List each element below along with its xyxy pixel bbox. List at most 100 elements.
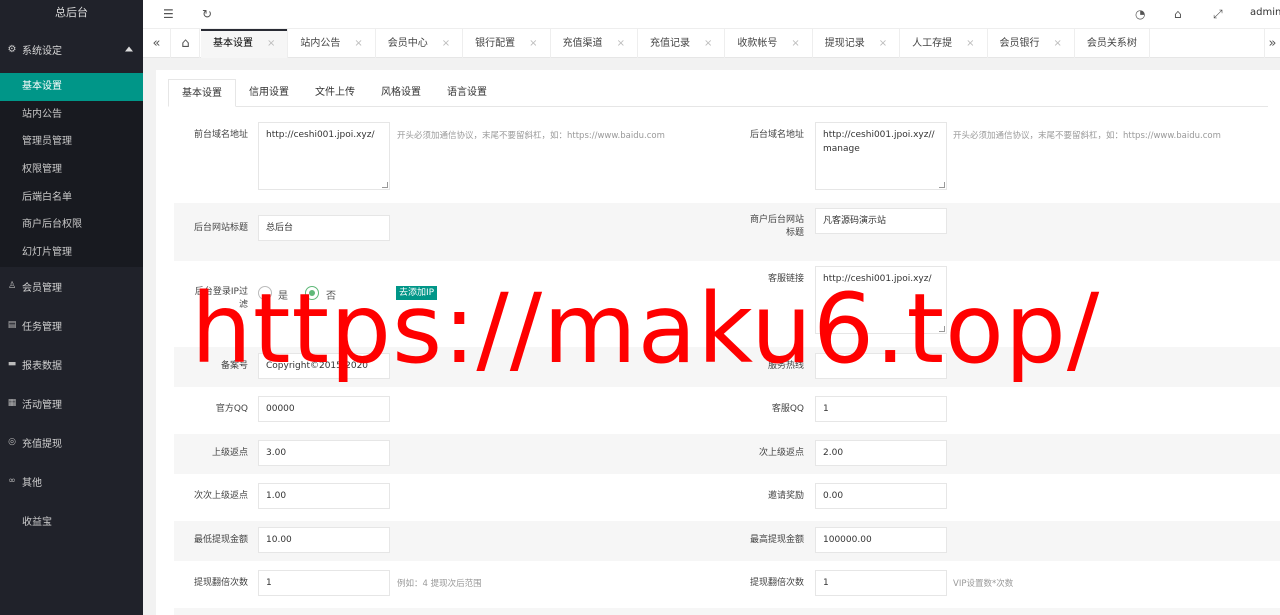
menu-fold-icon[interactable]: ☰ [163,7,174,21]
close-icon[interactable]: × [354,38,362,49]
tab-receiving-accounts[interactable]: 收款帐号 × [725,29,813,58]
close-icon[interactable]: × [1054,38,1062,49]
sidebar-item-announcements[interactable]: 站内公告 [0,101,143,129]
close-icon[interactable]: × [791,38,799,49]
admin-title-label: 后台网站标题 [193,223,248,233]
service-qq-field[interactable]: 1 [815,396,947,422]
qq-field[interactable]: 00000 [258,396,390,422]
rebate1-label: 上级返点 [211,448,248,458]
back-domain-field[interactable]: http://ceshi001.jpoi.xyz//manage [815,122,947,190]
top-header: ☰ ↻ ◔ ⌂ ⤢ admin [143,0,1280,28]
sidebar-item-whitelist[interactable]: 后端白名单 [0,184,143,212]
tab-withdraw-records[interactable]: 提现记录 × [813,29,901,58]
sidebar-group-finance[interactable]: ◎ 充值提现 [0,423,143,462]
sidebar-group-reports[interactable]: ▬ 报表数据 [0,345,143,384]
activity-icon: ▦ [7,398,17,409]
invite-field[interactable]: 0.00 [815,483,947,509]
close-icon[interactable]: × [442,38,450,49]
withdraw-times2-field[interactable]: 1 [815,570,947,596]
form-row-withdraw-limits: 最低提现金额 10.00 最高提现金额 100000.00 [174,521,1280,561]
sidebar-group-system[interactable]: ⚙ 系统设定 [0,25,143,73]
max-withdraw-label: 最高提现金额 [749,535,804,545]
sidebar-item-admins[interactable]: 管理员管理 [0,128,143,156]
admin-title-field[interactable]: 总后台 [258,215,390,241]
watermark-text: https://maku6.top/ [191,273,1101,385]
rebate2-field[interactable]: 2.00 [815,440,947,466]
back-domain-hint: 开头必须加通信协议，末尾不要留斜杠，如：https://www.baidu.co… [953,131,1221,141]
theme-icon[interactable]: ◔ [1135,7,1145,21]
withdraw-times-field[interactable]: 1 [258,570,390,596]
sidebar-group-label: 任务管理 [22,321,62,333]
form-row-rebate: 上级返点 3.00 次上级返点 2.00 [174,434,1280,474]
sidebar-group-label: 报表数据 [22,360,62,372]
close-icon[interactable]: × [966,38,974,49]
qq-label: 官方QQ [215,404,248,414]
tab-recharge-channels[interactable]: 充值渠道 × [551,29,638,58]
subtab-credit[interactable]: 信用设置 [236,79,302,106]
sidebar-group-label: 会员管理 [22,282,62,294]
sidebar-item-permissions[interactable]: 权限管理 [0,156,143,184]
sidebar-group-tasks[interactable]: ▤ 任务管理 [0,306,143,345]
subtab-language[interactable]: 语言设置 [434,79,500,106]
settings-subtabs: 基本设置 信用设置 文件上传 风格设置 语言设置 [168,79,1268,107]
form-row-rebate3: 次次上级返点 1.00 邀请奖励 0.00 [174,477,1280,517]
gear-icon: ⚙ [7,43,17,55]
max-withdraw-field[interactable]: 100000.00 [815,527,947,553]
tab-member-center[interactable]: 会员中心 × [376,29,464,58]
form-row-titles: 后台网站标题 总后台 商户后台网站标题 凡客源码演示站 [174,203,1280,261]
merchant-title-label: 商户后台网站标题 [749,215,804,238]
close-icon[interactable]: × [704,38,712,49]
home-icon[interactable]: ⌂ [172,29,200,58]
sidebar-group-activities[interactable]: ▦ 活动管理 [0,384,143,423]
close-icon[interactable]: × [267,38,275,49]
form-row-domains: 前台域名地址 http://ceshi001.jpoi.xyz/ 开头必须加通信… [174,120,1280,200]
sidebar-item-merchant-permissions[interactable]: 商户后台权限 [0,211,143,239]
subtab-upload[interactable]: 文件上传 [302,79,368,106]
refresh-icon[interactable]: ↻ [202,7,212,21]
close-icon[interactable]: × [879,38,887,49]
tab-announcements[interactable]: 站内公告 × [288,29,376,58]
front-domain-field[interactable]: http://ceshi001.jpoi.xyz/ [258,122,390,190]
subtab-style[interactable]: 风格设置 [368,79,434,106]
sidebar-group-label: 活动管理 [22,399,62,411]
sidebar-group-label: 充值提现 [22,438,62,450]
tab-manual-deposit[interactable]: 人工存提 × [900,29,988,58]
tab-basic-settings[interactable]: 基本设置 × [201,29,289,58]
fullscreen-icon[interactable]: ⤢ [1213,7,1223,22]
tabs-next-icon[interactable]: » [1264,29,1280,58]
close-icon[interactable]: × [617,38,625,49]
tag-icon[interactable]: ⌂ [1174,7,1182,21]
sidebar-group-other[interactable]: ∞ 其他 [0,462,143,501]
rebate3-label: 次次上级返点 [193,491,248,501]
report-icon: ▬ [7,359,17,370]
min-withdraw-field[interactable]: 10.00 [258,527,390,553]
chevron-up-icon [125,46,133,52]
tab-recharge-records[interactable]: 充值记录 × [638,29,726,58]
back-domain-label: 后台域名地址 [749,130,804,140]
sidebar-logo: 总后台 [55,6,88,19]
subtab-basic[interactable]: 基本设置 [168,79,236,107]
tab-member-banks[interactable]: 会员银行 × [988,29,1075,58]
close-icon[interactable]: × [529,38,537,49]
min-withdraw-label: 最低提现金额 [193,535,248,545]
front-domain-label: 前台域名地址 [193,130,248,140]
sidebar-item-basic-settings[interactable]: 基本设置 [0,73,143,101]
rebate2-label: 次上级返点 [758,448,804,458]
link-icon: ∞ [8,476,16,487]
sidebar-group-label: 系统设定 [22,45,62,57]
tabs: 基本设置 × 站内公告 × 会员中心 × 银行配置 × 充值渠道 × 充值记录 × 收款帐号… [201,29,1150,58]
rebate3-field[interactable]: 1.00 [258,483,390,509]
sidebar-group-earnings[interactable]: 收益宝 [0,501,143,540]
sidebar-item-slides[interactable]: 幻灯片管理 [0,239,143,267]
tab-member-tree[interactable]: 会员关系树 [1075,29,1150,58]
rebate1-field[interactable]: 3.00 [258,440,390,466]
tab-bank-config[interactable]: 银行配置 × [463,29,551,58]
service-qq-label: 客服QQ [771,404,804,414]
user-icon: ♙ [7,281,17,292]
withdraw-times2-label: 提现翻倍次数 [749,578,804,588]
tabs-prev-icon[interactable]: « [143,29,171,58]
sidebar-group-members[interactable]: ♙ 会员管理 [0,267,143,306]
merchant-title-field[interactable]: 凡客源码演示站 [815,208,947,234]
user-menu[interactable]: admin [1250,7,1280,18]
form-row-next [174,608,1280,615]
